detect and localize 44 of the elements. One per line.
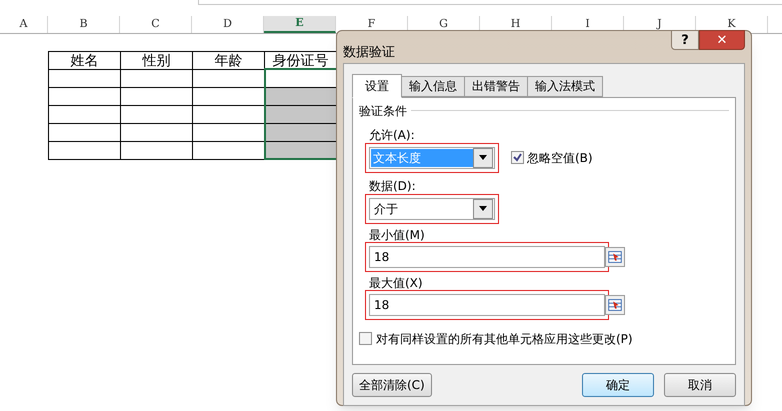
ok-button[interactable]: 确定 (582, 372, 654, 396)
column-header[interactable]: E (264, 16, 336, 33)
checkbox-label: 忽略空值(B) (527, 150, 593, 166)
checkbox-label: 对有同样设置的所有其他单元格应用这些更改(P) (376, 330, 633, 348)
dropdown-value: 介于 (374, 200, 399, 218)
column-header[interactable]: A (0, 16, 48, 33)
table-cell[interactable] (121, 124, 193, 142)
table-cell[interactable] (49, 88, 121, 106)
field-label: 允许(A): (369, 126, 416, 144)
field-label: 最大值(X) (369, 274, 424, 292)
column-header[interactable]: C (120, 16, 192, 33)
tab[interactable]: 设置 (352, 74, 402, 98)
field-label: 数据(D): (369, 178, 417, 194)
section-title: 验证条件 (359, 102, 407, 120)
table-cell[interactable] (49, 142, 121, 160)
tab[interactable]: 出错警告 (464, 76, 528, 96)
table-cell[interactable] (265, 124, 337, 142)
cancel-button[interactable]: 取消 (664, 372, 736, 396)
checkbox[interactable] (359, 332, 372, 345)
table-cell[interactable] (49, 70, 121, 88)
table-cell[interactable] (121, 88, 193, 106)
table-cell[interactable] (121, 106, 193, 124)
table-cell[interactable] (49, 124, 121, 142)
dropdown-value: 文本长度 (371, 148, 473, 166)
dropdown-button[interactable] (473, 198, 493, 218)
table-cell[interactable] (121, 142, 193, 160)
table-cell[interactable] (49, 106, 121, 124)
caret-icon (479, 155, 487, 160)
tab[interactable]: 输入法模式 (527, 76, 603, 96)
caret-icon (479, 206, 487, 211)
field-label: 最小值(M) (369, 226, 426, 244)
dropdown-button[interactable] (473, 148, 493, 168)
help-button[interactable]: ? (671, 30, 699, 50)
tab[interactable]: 输入信息 (401, 76, 465, 96)
table-cell[interactable] (121, 70, 193, 88)
range-select-icon[interactable] (605, 294, 625, 314)
table-cell[interactable] (265, 106, 337, 124)
column-header[interactable]: B (48, 16, 120, 33)
table-cell[interactable] (265, 88, 337, 106)
close-button[interactable]: ✕ (699, 30, 745, 50)
clear-all-button[interactable]: 全部清除(C) (352, 372, 432, 396)
dialog-title: 数据验证 (343, 44, 395, 62)
range-select-icon[interactable] (605, 246, 625, 266)
checkbox[interactable] (511, 151, 524, 164)
